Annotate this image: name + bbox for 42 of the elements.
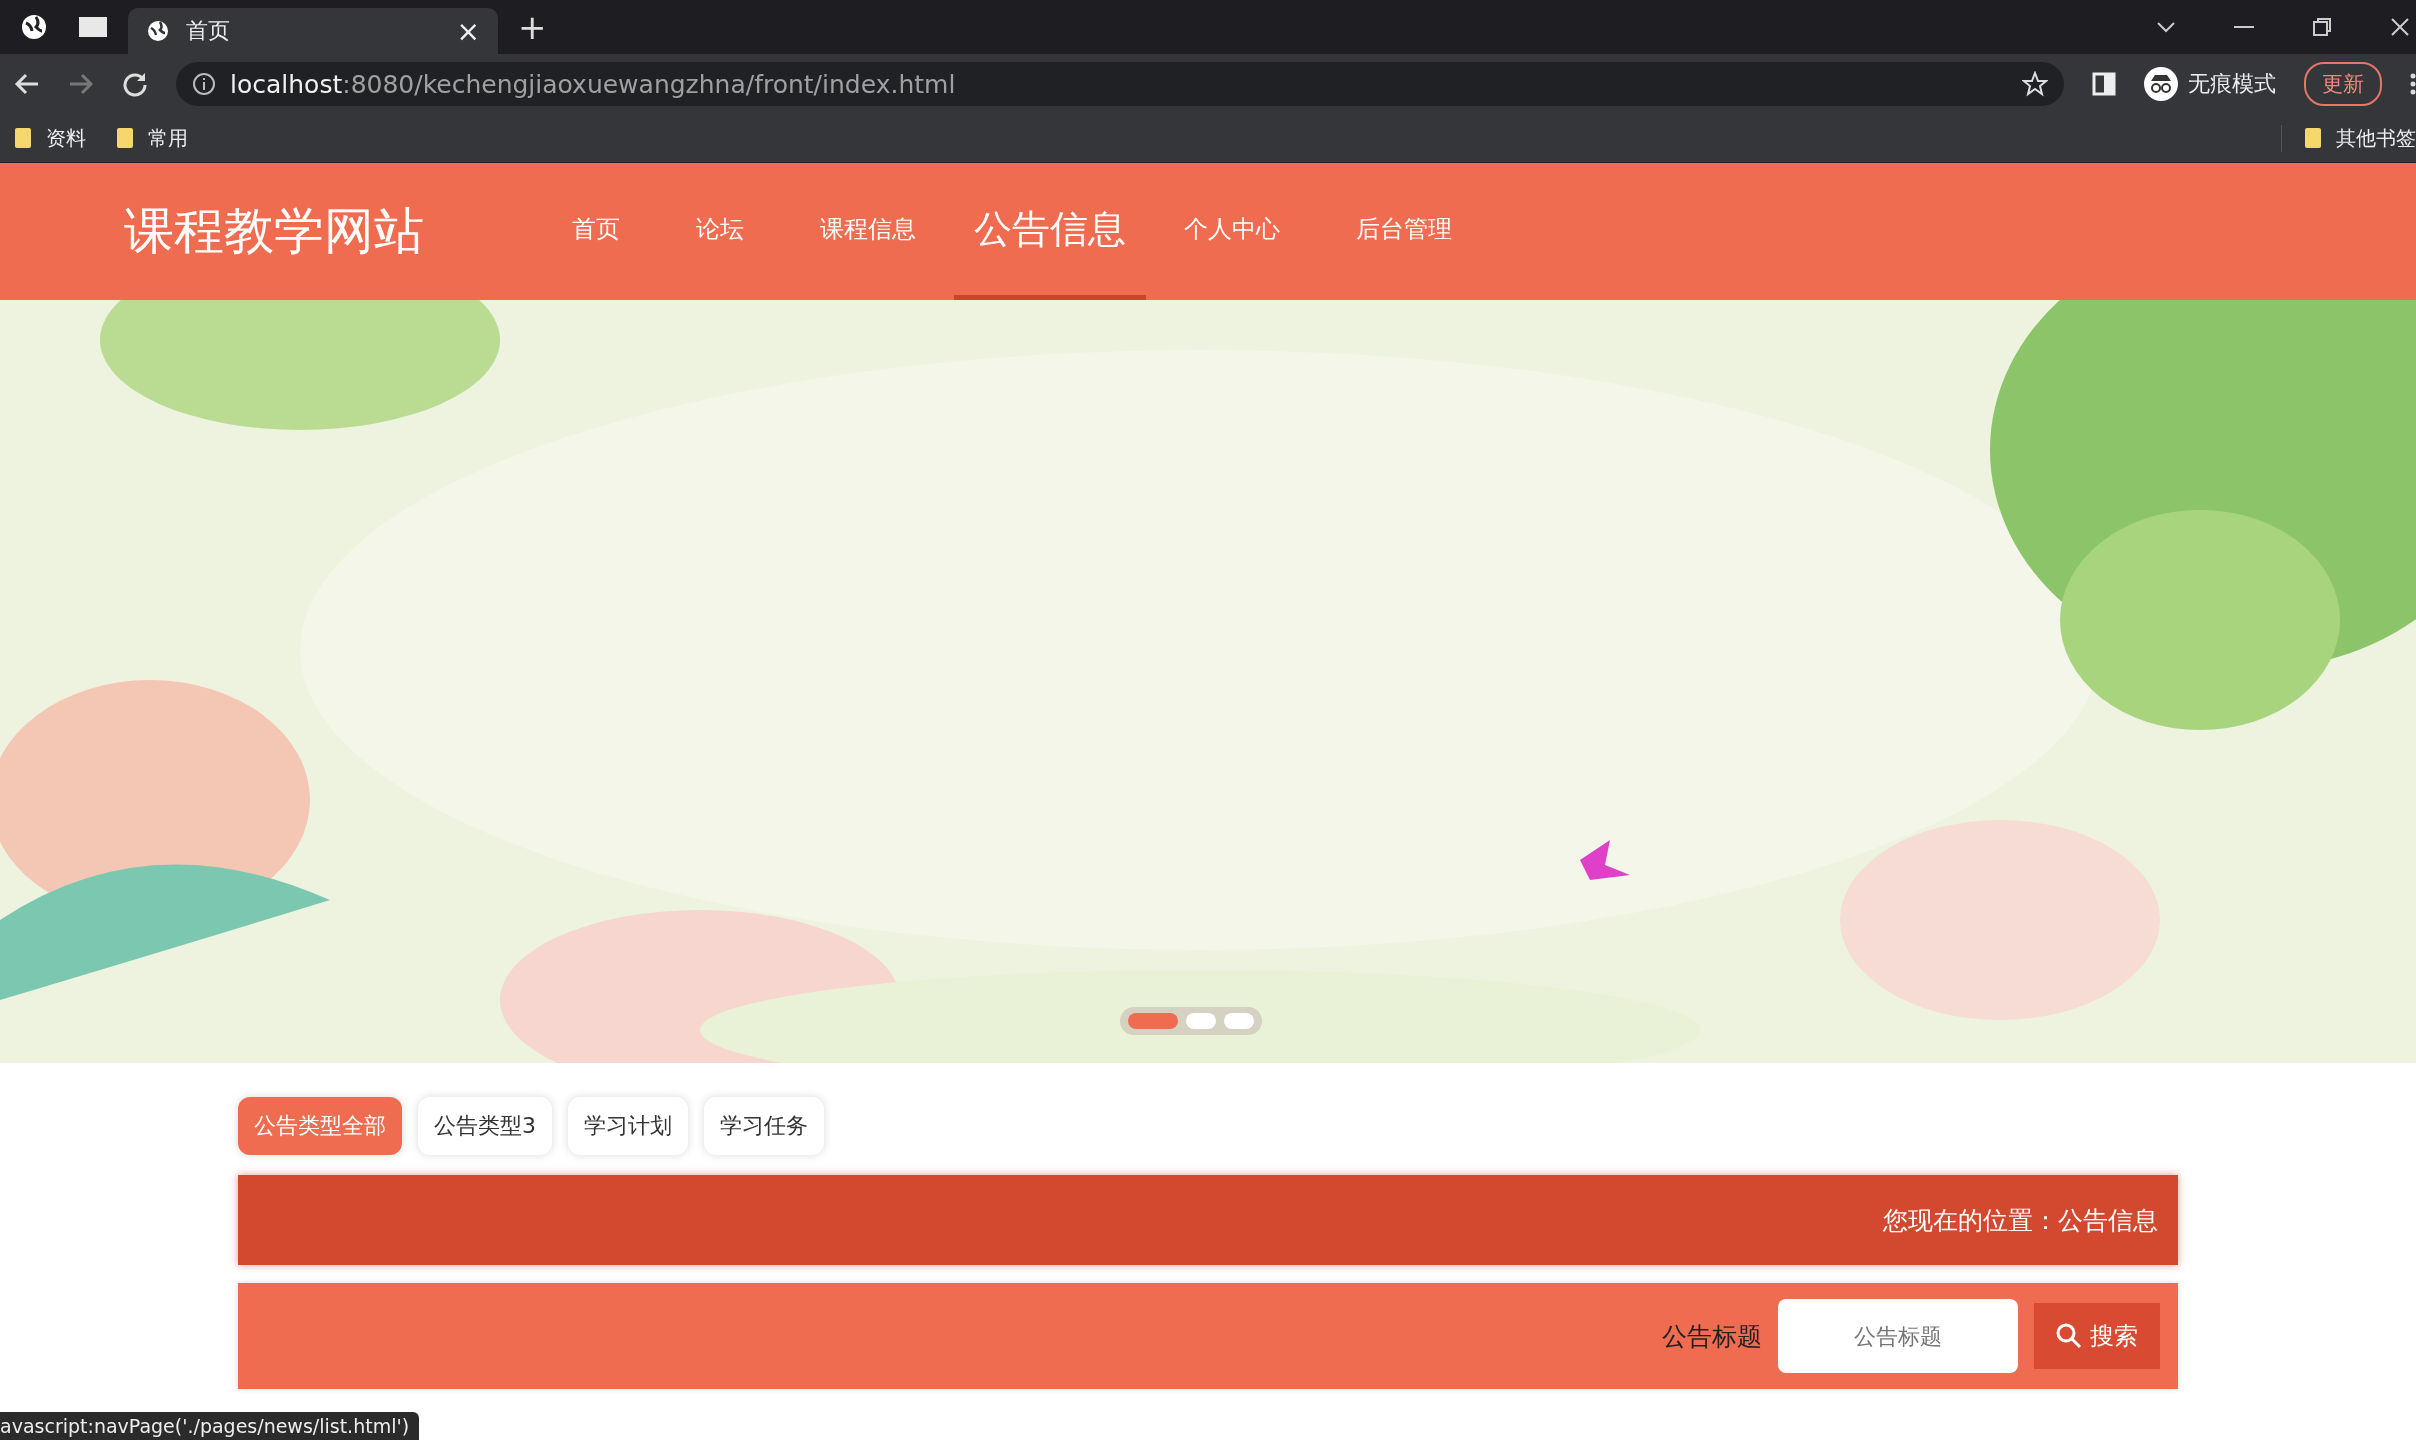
bookmark-label: 资料	[46, 124, 86, 152]
folder-icon	[2304, 127, 2322, 149]
globe-icon[interactable]	[20, 13, 48, 41]
minimize-icon[interactable]	[2234, 25, 2254, 29]
globe-icon	[146, 19, 170, 43]
side-panel-icon[interactable]	[2092, 72, 2116, 96]
bookmark[interactable]: 资料	[14, 124, 86, 152]
incognito-label: 无痕模式	[2188, 70, 2276, 98]
url-text: localhost:8080/kechengjiaoxuewangzhna/front/index.html	[230, 69, 957, 99]
bookmark-label: 其他书签	[2336, 124, 2416, 152]
reload-icon[interactable]	[122, 71, 148, 97]
bookmark-label: 常用	[148, 124, 188, 152]
close-icon[interactable]	[2390, 17, 2410, 37]
restore-icon[interactable]	[2312, 17, 2332, 37]
folder-icon	[116, 127, 134, 149]
breadcrumb: 您现在的位置：公告信息	[1883, 1204, 2158, 1237]
more-icon[interactable]	[2410, 72, 2416, 96]
update-button[interactable]: 更新	[2304, 62, 2382, 106]
new-tab-button[interactable]: +	[518, 7, 547, 47]
search-label: 公告标题	[1662, 1320, 1762, 1353]
info-icon	[192, 72, 216, 96]
status-url: avascript:navPage('./pages/news/list.html')	[0, 1412, 420, 1440]
window-icon[interactable]	[78, 15, 108, 39]
search-button[interactable]: 搜索	[2034, 1303, 2160, 1369]
category-tab[interactable]: 学习计划	[568, 1097, 688, 1155]
chevron-down-icon[interactable]	[2156, 21, 2176, 33]
category-tab[interactable]: 学习任务	[704, 1097, 824, 1155]
address-field[interactable]: localhost:8080/kechengjiaoxuewangzhna/front/index.html	[176, 62, 2064, 106]
bookmark[interactable]: 其他书签	[2281, 124, 2416, 152]
folder-icon	[14, 127, 32, 149]
tab-title: 首页	[186, 17, 231, 45]
search-icon	[2056, 1323, 2082, 1349]
forward-arrow-icon[interactable]	[68, 72, 94, 96]
bookmark[interactable]: 常用	[116, 124, 188, 152]
browser-tab[interactable]: 首页 ×	[128, 8, 498, 54]
back-arrow-icon[interactable]	[14, 72, 40, 96]
close-icon[interactable]: ×	[456, 14, 480, 48]
category-tab[interactable]: 公告类型3	[418, 1097, 552, 1155]
site-logo: 课程教学网站	[124, 201, 424, 262]
search-field[interactable]: 公告标题	[1778, 1299, 2018, 1373]
incognito-icon[interactable]	[2144, 67, 2178, 101]
star-icon[interactable]	[2022, 71, 2048, 97]
